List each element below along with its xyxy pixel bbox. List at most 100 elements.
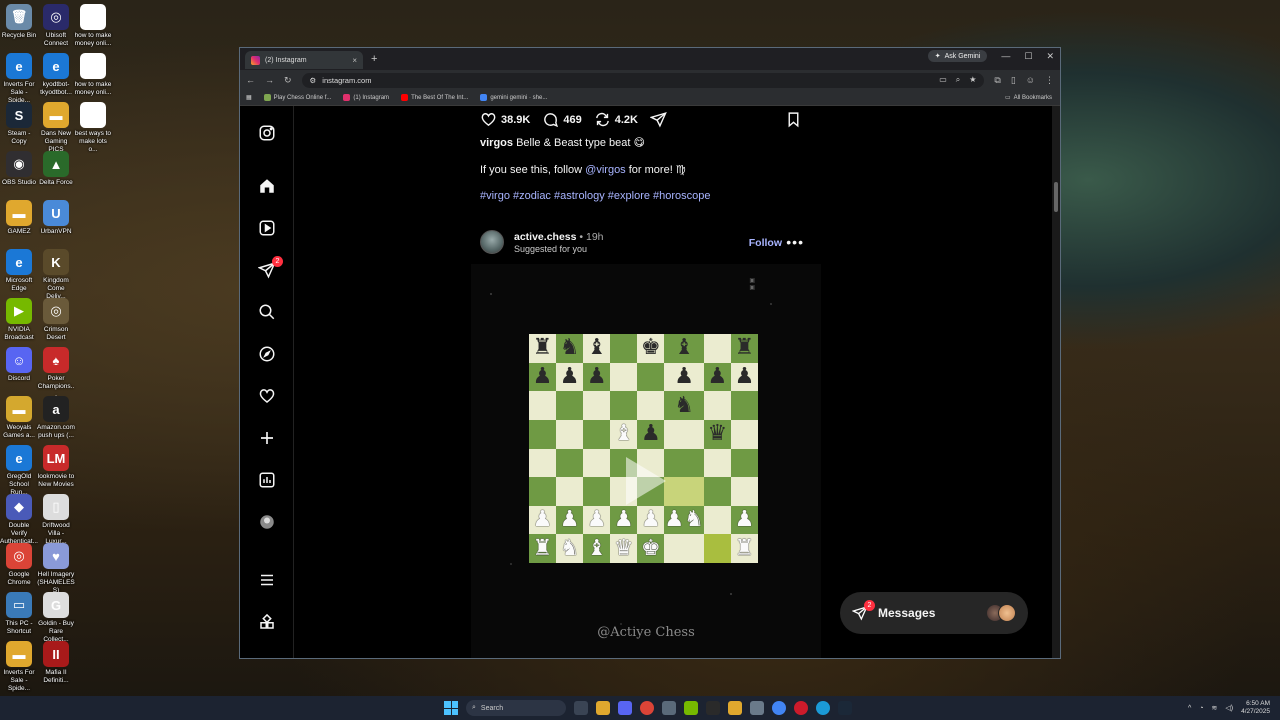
reels-icon[interactable] — [258, 219, 276, 237]
desktop-icon[interactable]: e GregOld School Run... — [0, 445, 38, 497]
edge-taskbar-icon[interactable] — [816, 701, 830, 715]
instagram-logo-icon[interactable] — [258, 124, 276, 142]
sidepanel-icon[interactable]: ▯ — [1011, 75, 1016, 86]
tray-chevron-icon[interactable]: ^ — [1188, 705, 1191, 712]
extensions-icon[interactable]: ⧉ — [994, 75, 1000, 86]
desktop-icon[interactable]: ◎ Google Chrome — [0, 543, 38, 587]
desktop-icon[interactable]: e kyodtbot-tkyodtbot... — [37, 53, 75, 97]
desktop-icon[interactable]: ▬ Dans New Gaming PICS — [37, 102, 75, 154]
desktop-icon[interactable]: K Kingdom Come Deliv... — [37, 249, 75, 301]
opera-taskbar-icon[interactable] — [794, 701, 808, 715]
desktop-icon[interactable]: S Steam - Copy — [0, 102, 38, 146]
desktop-icon[interactable]: ▲ Delta Force — [37, 151, 75, 187]
desktop-icon[interactable]: II Mafia II Definiti... — [37, 641, 75, 685]
profile-avatar-icon[interactable] — [258, 513, 276, 531]
star-icon[interactable]: ★ — [969, 75, 976, 85]
bookmark-item[interactable]: Play Chess Online f... — [263, 94, 331, 101]
back-arrow-icon[interactable]: ← — [246, 75, 255, 85]
home-icon[interactable] — [258, 177, 276, 195]
tab-instagram[interactable]: (2) Instagram × — [245, 51, 363, 69]
app-taskbar-icon[interactable] — [750, 701, 764, 715]
apps-grid-icon[interactable]: ▦ — [246, 94, 252, 101]
chrome-taskbar-icon[interactable] — [640, 701, 654, 715]
close-window-button[interactable]: ✕ — [1046, 51, 1054, 62]
desktop-icon[interactable]: ▬ Inverts For Sale - Spide... — [0, 641, 38, 693]
desktop-icon[interactable]: G Goldin - Buy Rare Collect... — [37, 592, 75, 644]
forward-arrow-icon[interactable]: → — [265, 75, 274, 85]
desktop-icon[interactable]: ◆ Double Verify Authenticat... — [0, 494, 38, 546]
minimize-button[interactable]: — — [1001, 51, 1010, 61]
search-icon[interactable] — [258, 303, 276, 321]
page-scrollbar[interactable] — [1052, 106, 1060, 658]
bookmark-item[interactable]: (1) Instagram — [343, 94, 389, 101]
folder-taskbar-icon[interactable] — [728, 701, 742, 715]
create-plus-icon[interactable] — [258, 429, 276, 447]
desktop-icon[interactable]: ▭ This PC - Shortcut — [0, 592, 38, 636]
comment-icon[interactable] — [542, 111, 559, 128]
terminal-taskbar-icon[interactable] — [706, 701, 720, 715]
reload-icon[interactable]: ↻ — [284, 75, 292, 86]
desktop-icon[interactable]: ◎ Crimson Desert — [37, 298, 75, 342]
caption-username[interactable]: virgos — [480, 137, 513, 149]
more-options-button[interactable]: ••• — [786, 234, 804, 250]
task-view-icon[interactable] — [574, 701, 588, 715]
discord-taskbar-icon[interactable] — [618, 701, 632, 715]
profile-icon[interactable]: ☺ — [1026, 75, 1035, 85]
steam-taskbar-icon[interactable] — [838, 701, 852, 715]
hashtags[interactable]: #virgo #zodiac #astrology #explore #horo… — [480, 190, 711, 202]
desktop-icon[interactable]: 🗑 Recycle Bin — [0, 4, 38, 40]
desktop-icon[interactable]: Gbest ways to make lots o... — [74, 102, 112, 154]
wifi-icon[interactable]: ≋ — [1211, 704, 1217, 712]
like-heart-icon[interactable] — [480, 111, 497, 128]
desktop-icon[interactable]: ◎ Ubisoft Connect — [37, 4, 75, 48]
bookmark-item[interactable]: The Best Of The Int... — [401, 94, 468, 101]
desktop-icon[interactable]: U UrbanVPN — [37, 200, 75, 236]
save-bookmark-icon[interactable] — [785, 111, 802, 128]
dashboard-icon[interactable] — [258, 471, 276, 489]
hamburger-menu-icon[interactable] — [258, 571, 276, 589]
post-username[interactable]: active.chess • 19h — [514, 231, 604, 243]
new-tab-button[interactable]: + — [371, 53, 377, 65]
play-icon[interactable] — [626, 457, 666, 505]
desktop-icon[interactable]: ▶ NVIDIA Broadcast — [0, 298, 38, 342]
desktop-icon[interactable]: a Amazon.com push ups (... — [37, 396, 75, 440]
desktop-icon[interactable]: ▯ Driftwood Villa - Luxur... — [37, 494, 75, 546]
start-button[interactable] — [444, 701, 458, 715]
desktop-icon[interactable]: Ghow to make money onli... — [74, 4, 112, 48]
tab-close-button[interactable]: × — [352, 56, 357, 65]
desktop-icon[interactable]: LM lookmovie to New Movies — [37, 445, 75, 489]
desktop-icon[interactable]: ▬ GAMEZ — [0, 200, 38, 236]
all-bookmarks[interactable]: ▭ All Bookmarks — [1005, 94, 1052, 102]
desktop-icon[interactable]: ♥ Hell Imagery (SHAMELESS) — [37, 543, 75, 595]
also-from-meta-icon[interactable] — [258, 613, 276, 631]
direct-messages-icon[interactable]: 2 — [258, 256, 283, 279]
desktop-icon[interactable]: e Inverts For Sale - Spide... — [0, 53, 38, 105]
desktop-icon[interactable]: ▬ Weoyals Games a... — [0, 396, 38, 440]
clock[interactable]: 6:50 AM 4/27/2025 — [1241, 700, 1270, 716]
chrome-active-taskbar-icon[interactable] — [772, 701, 786, 715]
repost-icon[interactable] — [594, 111, 611, 128]
bookmark-item[interactable]: gemini gemini · she... — [480, 94, 547, 101]
messages-button[interactable]: 2 Messages — [840, 592, 1028, 634]
network-icon[interactable]: ◔ — [1199, 705, 1203, 712]
explore-compass-icon[interactable] — [258, 345, 276, 363]
site-info-icon[interactable]: ⚙ — [310, 76, 317, 85]
video-player[interactable]: ▣ ▣ ♜ ♞ ♝ ♚ ♝ ♜ ♟ ♟ ♟ ♟ ♟ ♟ ♞ ♝ ♟ ♛ ♟ ♟ ♟ ♟ ♟ ♟ ♞ ♟ ♜ ♞ ♝ ♛ ♚ ♜ @Actiy… — [471, 264, 821, 658]
url-bar[interactable]: ⚙ instagram.com ▭ ⌕ ★ — [301, 72, 985, 88]
desktop-icon[interactable]: e Microsoft Edge — [0, 249, 38, 293]
desktop-icon[interactable]: Ghow to make money onli... — [74, 53, 112, 97]
share-send-icon[interactable] — [649, 111, 667, 128]
volume-icon[interactable]: ◁) — [1225, 704, 1233, 712]
follow-button[interactable]: Follow — [749, 237, 782, 249]
file-explorer-icon[interactable] — [596, 701, 610, 715]
zoom-icon[interactable]: ⌕ — [956, 75, 960, 85]
menu-icon[interactable]: ⋮ — [1045, 75, 1054, 86]
cast-icon[interactable]: ▭ — [939, 75, 947, 85]
nvidia-taskbar-icon[interactable] — [684, 701, 698, 715]
mention-link[interactable]: @virgos — [585, 164, 626, 176]
desktop-icon[interactable]: ◉ OBS Studio — [0, 151, 38, 187]
avatar[interactable] — [480, 230, 504, 254]
desktop-icon[interactable]: ☺ Discord — [0, 347, 38, 383]
taskbar-search[interactable]: ⌕ Search — [466, 700, 566, 716]
maximize-button[interactable]: ☐ — [1024, 51, 1032, 62]
